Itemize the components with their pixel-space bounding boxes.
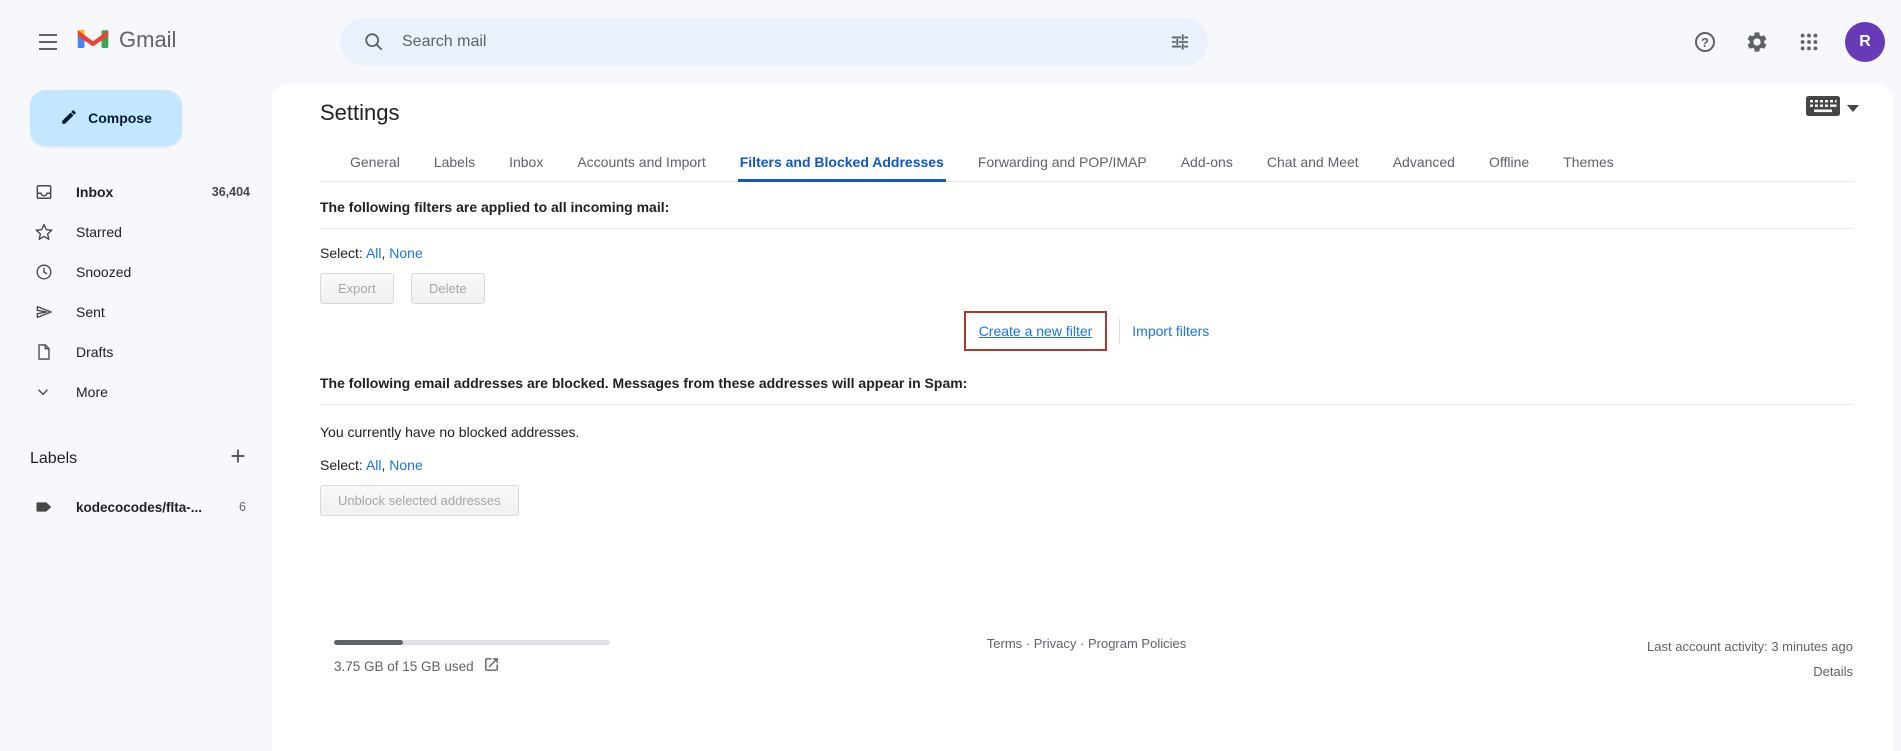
- compose-label: Compose: [88, 110, 152, 126]
- program-policies-link[interactable]: Program Policies: [1088, 636, 1186, 651]
- settings-panel: Settings General Labels Inbox Accounts a…: [272, 84, 1893, 751]
- page-title: Settings: [320, 100, 1853, 126]
- settings-tabs: General Labels Inbox Accounts and Import…: [320, 142, 1853, 182]
- sidebar-item-inbox[interactable]: Inbox 36,404: [0, 172, 272, 212]
- labels-heading-row: Labels: [30, 446, 248, 471]
- input-tools-toggle[interactable]: [1806, 96, 1859, 121]
- export-button[interactable]: Export: [320, 273, 394, 304]
- storage-used-text: 3.75 GB of 15 GB used: [334, 659, 474, 674]
- tab-inbox[interactable]: Inbox: [507, 142, 545, 182]
- tab-add-ons[interactable]: Add-ons: [1179, 142, 1235, 182]
- account-avatar[interactable]: R: [1845, 22, 1885, 62]
- blocked-actions-row: Unblock selected addresses: [320, 485, 1853, 516]
- settings-gear-icon[interactable]: [1735, 20, 1779, 64]
- filter-links-row: Create a new filter Import filters: [320, 304, 1853, 358]
- last-activity-text: Last account activity: 3 minutes ago: [1647, 634, 1853, 659]
- sidebar-item-snoozed[interactable]: Snoozed: [0, 252, 272, 292]
- search-options-icon[interactable]: [1160, 22, 1200, 62]
- sidebar-item-starred[interactable]: Starred: [0, 212, 272, 252]
- tab-general[interactable]: General: [348, 142, 402, 182]
- select-label: Select:: [320, 245, 363, 261]
- select-all-link[interactable]: All: [366, 245, 382, 261]
- vertical-separator: [1119, 319, 1120, 343]
- topbar: Gmail ?: [0, 0, 1901, 84]
- clock-icon: [34, 261, 56, 283]
- filters-select-row: Select: All, None: [320, 245, 1853, 261]
- blocked-select-row: Select: All, None: [320, 457, 1853, 473]
- input-tools-caret-icon: [1847, 105, 1859, 112]
- label-name: kodecocodes/flta-...: [76, 500, 233, 515]
- blocked-empty-text: You currently have no blocked addresses.: [320, 424, 1853, 440]
- gmail-logo-icon: [76, 24, 110, 55]
- privacy-link[interactable]: Privacy: [1034, 636, 1077, 651]
- sidebar-nav: Inbox 36,404 Starred Snoozed: [0, 172, 272, 412]
- terms-link[interactable]: Terms: [987, 636, 1022, 651]
- tab-advanced[interactable]: Advanced: [1391, 142, 1457, 182]
- google-apps-grid-icon[interactable]: [1787, 20, 1831, 64]
- divider: [320, 228, 1853, 229]
- storage-meter: [334, 640, 610, 645]
- tab-themes[interactable]: Themes: [1561, 142, 1616, 182]
- sidebar-item-sent[interactable]: Sent: [0, 292, 272, 332]
- inbox-icon: [34, 181, 56, 203]
- external-link-icon[interactable]: [483, 656, 500, 676]
- select-separator: ,: [382, 457, 386, 473]
- filters-section-heading: The following filters are applied to all…: [320, 182, 1853, 228]
- account-activity: Last account activity: 3 minutes ago Det…: [1647, 634, 1853, 685]
- send-icon: [34, 301, 56, 323]
- select-none-link[interactable]: None: [389, 245, 422, 261]
- footer-links: Terms · Privacy · Program Policies: [987, 636, 1186, 651]
- gmail-logo-text: Gmail: [119, 27, 176, 53]
- footer-links-separator: ·: [1026, 636, 1030, 651]
- blocked-select-none-link[interactable]: None: [389, 457, 422, 473]
- label-count: 6: [239, 500, 246, 514]
- search-bar[interactable]: [340, 18, 1208, 66]
- select-separator: ,: [382, 245, 386, 261]
- create-filter-annotation-box: Create a new filter: [964, 311, 1108, 351]
- compose-pencil-icon: [60, 108, 78, 129]
- activity-details-link[interactable]: Details: [1647, 659, 1853, 684]
- tab-chat-and-meet[interactable]: Chat and Meet: [1265, 142, 1361, 182]
- main-menu-icon[interactable]: [24, 18, 72, 66]
- sidebar-item-more[interactable]: More: [0, 372, 272, 412]
- unblock-selected-button[interactable]: Unblock selected addresses: [320, 485, 519, 516]
- blocked-select-all-link[interactable]: All: [366, 457, 382, 473]
- search-icon[interactable]: [354, 22, 394, 62]
- add-label-plus-icon[interactable]: [228, 446, 248, 471]
- inbox-count: 36,404: [212, 185, 250, 199]
- tab-offline[interactable]: Offline: [1487, 142, 1531, 182]
- search-input[interactable]: [400, 32, 1160, 52]
- sidebar-item-drafts[interactable]: Drafts: [0, 332, 272, 372]
- panel-footer: 3.75 GB of 15 GB used Terms · Privacy · …: [320, 632, 1853, 702]
- compose-button[interactable]: Compose: [30, 90, 182, 146]
- sidebar-label-item[interactable]: kodecocodes/flta-... 6: [0, 489, 272, 525]
- divider: [320, 404, 1853, 405]
- topbar-actions: ? R: [1683, 20, 1885, 64]
- filters-actions-row: Export Delete: [320, 273, 1853, 304]
- delete-button[interactable]: Delete: [411, 273, 485, 304]
- chevron-down-icon: [34, 381, 56, 403]
- star-icon: [34, 221, 56, 243]
- keyboard-icon: [1806, 96, 1840, 121]
- tab-forwarding-and-pop-imap[interactable]: Forwarding and POP/IMAP: [976, 142, 1149, 182]
- import-filters-link[interactable]: Import filters: [1132, 323, 1209, 339]
- gmail-logo: Gmail: [76, 24, 176, 55]
- storage-block: 3.75 GB of 15 GB used: [334, 634, 610, 676]
- labels-heading: Labels: [30, 450, 77, 468]
- draft-icon: [34, 341, 56, 363]
- storage-meter-fill: [334, 640, 403, 645]
- label-tag-icon: [34, 496, 56, 518]
- sidebar: Compose Inbox 36,404 Starred: [0, 84, 272, 751]
- footer-links-separator: ·: [1080, 636, 1084, 651]
- create-new-filter-link[interactable]: Create a new filter: [979, 323, 1093, 339]
- blocked-section-heading: The following email addresses are blocke…: [320, 358, 1853, 404]
- select-label: Select:: [320, 457, 363, 473]
- tab-filters-and-blocked-addresses[interactable]: Filters and Blocked Addresses: [738, 142, 946, 182]
- help-icon[interactable]: ?: [1683, 20, 1727, 64]
- tab-labels[interactable]: Labels: [432, 142, 477, 182]
- tab-accounts-and-import[interactable]: Accounts and Import: [575, 142, 707, 182]
